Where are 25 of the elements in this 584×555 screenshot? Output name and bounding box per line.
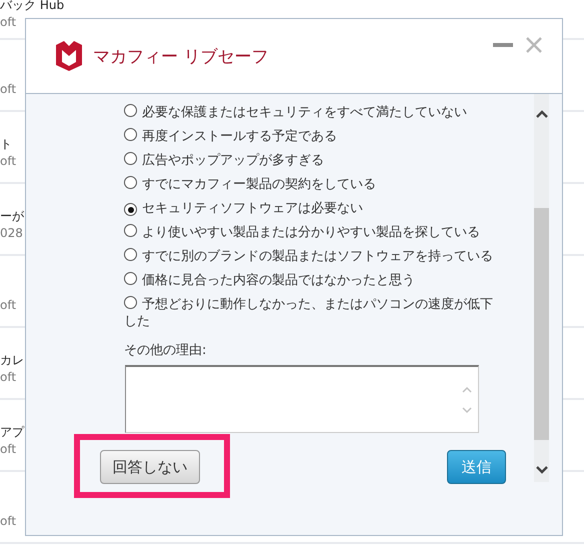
app-publisher: oft	[0, 441, 16, 457]
reason-radio[interactable]: 予想どおりに動作しなかった、またはパソコンの速度が低下した	[124, 292, 494, 333]
app-publisher: oft	[0, 369, 16, 385]
reason-radio[interactable]: すでにマカフィー製品の契約をしている	[124, 172, 494, 196]
app-publisher: oft	[0, 81, 16, 97]
reason-radio[interactable]: 広告やポップアップが多すぎる	[124, 148, 494, 172]
app-publisher: oft	[0, 14, 16, 30]
reason-radio[interactable]: セキュリティソフトウェアは必要ない	[124, 196, 494, 220]
app-publisher: 028	[0, 225, 23, 241]
app-name: カレ	[0, 352, 24, 369]
app-name: バック Hub	[0, 0, 64, 14]
app-publisher: oft	[0, 297, 16, 313]
reason-radio[interactable]: 再度インストールする予定である	[124, 124, 494, 148]
reason-radio[interactable]: 価格に見合った内容の製品ではなかったと思う	[124, 268, 494, 292]
app-name: ト	[0, 136, 12, 153]
reason-radio[interactable]: より使いやすい製品または分かりやすい製品を探している	[124, 220, 494, 244]
app-name: ーが	[0, 208, 24, 225]
field-label: その他の理由:	[124, 342, 208, 359]
reason-radio[interactable]: 必要な保護またはセキュリティをすべて満たしていない	[124, 100, 494, 124]
decline-button[interactable]: 回答しない	[100, 450, 200, 484]
app-publisher: oft	[0, 153, 16, 169]
reason-radio[interactable]: すでに別のブランドの製品またはソフトウェアを持っている	[124, 244, 494, 268]
app-publisher: oft	[0, 513, 16, 529]
app-name: アプ	[0, 424, 24, 441]
window-title: マカフィー リブセーフ	[93, 46, 268, 68]
